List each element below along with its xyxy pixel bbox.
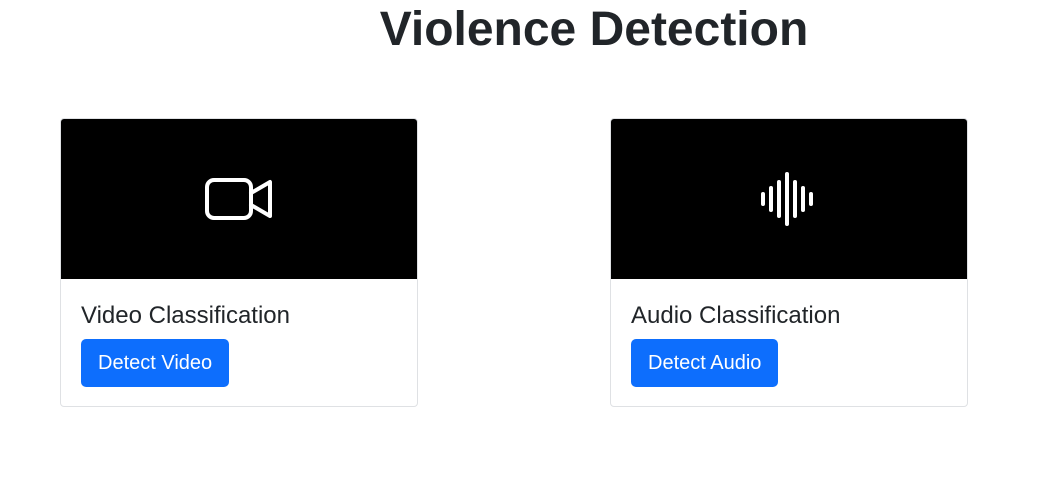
video-camera-icon [204, 175, 274, 223]
page: Violence Detection Video Classification … [0, 0, 1062, 489]
detect-video-button[interactable]: Detect Video [81, 339, 230, 387]
sound-wave-icon [759, 172, 819, 226]
video-card-media [61, 119, 417, 279]
audio-classification-card: Audio Classification Detect Audio [610, 118, 968, 407]
video-card-title: Video Classification [81, 302, 291, 329]
audio-card-media [611, 119, 967, 279]
detect-audio-button[interactable]: Detect Audio [631, 339, 779, 387]
audio-card-title: Audio Classification [631, 302, 841, 329]
video-card-body: Video Classification Detect Video [81, 299, 397, 387]
video-classification-card: Video Classification Detect Video [60, 118, 418, 407]
audio-card-body: Audio Classification Detect Audio [631, 299, 947, 387]
page-title: Violence Detection [379, 3, 809, 56]
